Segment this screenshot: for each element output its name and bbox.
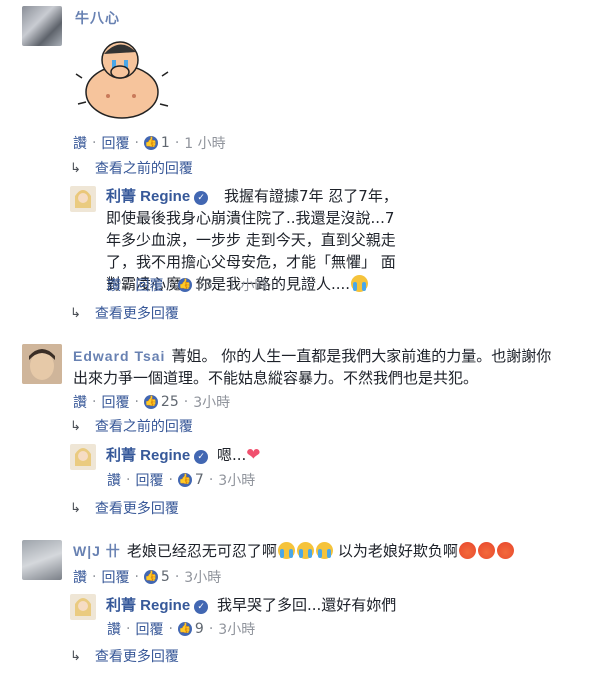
verified-badge-icon: ✓ xyxy=(194,450,209,464)
view-more-label[interactable]: 查看更多回覆 xyxy=(95,303,179,323)
view-more-label[interactable]: 查看更多回覆 xyxy=(95,646,179,666)
angry-emoji-icon xyxy=(496,542,514,559)
separator: · xyxy=(174,569,180,585)
separator: · xyxy=(168,621,173,637)
reply-link[interactable]: 回覆 xyxy=(135,275,163,295)
angry-emoji-icon xyxy=(477,542,495,559)
avatar[interactable] xyxy=(70,594,96,620)
separator: · xyxy=(174,135,180,151)
separator: · xyxy=(183,394,189,410)
separator: · xyxy=(126,621,131,637)
angry-emoji-icon xyxy=(458,542,476,559)
reply-link[interactable]: 回覆 xyxy=(101,392,129,412)
separator: · xyxy=(134,569,139,585)
comment-author[interactable]: 牛八心 xyxy=(75,8,120,28)
view-more-replies[interactable]: ↳ 查看更多回覆 xyxy=(70,646,179,666)
reply-text-content: 我早哭了多回...還好有妳們 xyxy=(216,596,397,614)
like-thumb-icon[interactable]: 👍 xyxy=(143,395,158,409)
crying-emoji-icon xyxy=(315,542,333,559)
reply-link[interactable]: 回覆 xyxy=(101,133,129,153)
separator: · xyxy=(92,135,97,151)
avatar[interactable] xyxy=(22,344,62,384)
like-link[interactable]: 讚 xyxy=(73,133,87,153)
separator: · xyxy=(134,394,139,410)
like-thumb-icon[interactable]: 👍 xyxy=(177,473,192,487)
timestamp[interactable]: 3小時 xyxy=(218,619,255,639)
like-thumb-icon[interactable]: 👍 xyxy=(143,136,158,150)
separator: · xyxy=(217,277,223,293)
avatar[interactable] xyxy=(22,540,62,580)
like-link[interactable]: 讚 xyxy=(107,275,121,295)
view-previous-replies[interactable]: ↳ 查看之前的回覆 xyxy=(70,416,193,436)
like-thumb-icon[interactable]: 👍 xyxy=(177,622,192,636)
like-link[interactable]: 讚 xyxy=(107,619,121,639)
crying-emoji-icon xyxy=(277,542,295,559)
reply-body: 利菁 Regine ✓ 我早哭了多回...還好有妳們 xyxy=(106,594,526,617)
reply-link[interactable]: 回覆 xyxy=(135,619,163,639)
reply-link[interactable]: 回覆 xyxy=(135,470,163,490)
like-count[interactable]: 33 xyxy=(195,277,213,293)
timestamp[interactable]: 3小時 xyxy=(184,567,221,587)
like-count[interactable]: 25 xyxy=(161,394,179,410)
comment-body: W|J 卄老娘已经忍无可忍了啊 以为老娘好欺负啊 xyxy=(73,540,573,562)
view-previous-label[interactable]: 查看之前的回覆 xyxy=(95,416,193,436)
reply-body: 利菁 Regine ✓ 嗯...❤ xyxy=(106,444,406,467)
comment-meta: 讚 · 回覆 · 👍 5 · 3小時 xyxy=(73,567,221,587)
reply-arrow-icon: ↳ xyxy=(70,648,81,664)
separator: · xyxy=(92,394,97,410)
crying-man-sticker xyxy=(75,41,169,119)
timestamp[interactable]: 1 小時 xyxy=(184,133,225,153)
avatar[interactable] xyxy=(22,6,62,46)
heart-emoji-icon: ❤ xyxy=(246,445,261,465)
reply-arrow-icon: ↳ xyxy=(70,160,81,176)
view-more-label[interactable]: 查看更多回覆 xyxy=(95,498,179,518)
avatar[interactable] xyxy=(70,444,96,470)
like-thumb-icon[interactable]: 👍 xyxy=(143,570,158,584)
like-link[interactable]: 讚 xyxy=(73,567,87,587)
reply-text-content: 嗯... xyxy=(216,446,247,464)
separator: · xyxy=(126,277,131,293)
reply-link[interactable]: 回覆 xyxy=(101,567,129,587)
view-previous-label[interactable]: 查看之前的回覆 xyxy=(95,158,193,178)
crying-emoji-icon xyxy=(296,542,314,559)
comment-author[interactable]: 利菁 Regine xyxy=(106,447,190,464)
crying-emoji-icon xyxy=(351,275,369,292)
timestamp[interactable]: 3小時 xyxy=(218,470,255,490)
view-more-replies[interactable]: ↳ 查看更多回覆 xyxy=(70,303,179,323)
like-link[interactable]: 讚 xyxy=(73,392,87,412)
comment-meta: 讚 · 回覆 · 👍 7 · 3小時 xyxy=(107,470,255,490)
timestamp[interactable]: 3小時 xyxy=(193,392,230,412)
separator: · xyxy=(168,277,173,293)
like-count[interactable]: 9 xyxy=(195,621,204,637)
reply-arrow-icon: ↳ xyxy=(70,305,81,321)
comment-text-b: 以为老娘好欺负啊 xyxy=(337,542,458,560)
comment-meta: 讚 · 回覆 · 👍 1 · 1 小時 xyxy=(73,133,226,153)
separator: · xyxy=(134,135,139,151)
like-count[interactable]: 7 xyxy=(195,472,204,488)
view-more-replies[interactable]: ↳ 查看更多回覆 xyxy=(70,498,179,518)
comment-author[interactable]: Edward Tsai xyxy=(73,348,165,364)
separator: · xyxy=(208,472,214,488)
like-thumb-icon[interactable]: 👍 xyxy=(177,278,192,292)
comment-author[interactable]: 利菁 Regine xyxy=(106,597,190,614)
comment-meta: 讚 · 回覆 · 👍 9 · 3小時 xyxy=(107,619,255,639)
reply-arrow-icon: ↳ xyxy=(70,418,81,434)
like-count[interactable]: 1 xyxy=(161,135,170,151)
verified-badge-icon: ✓ xyxy=(194,600,209,614)
separator: · xyxy=(208,621,214,637)
separator: · xyxy=(168,472,173,488)
timestamp[interactable]: 1 小時 xyxy=(227,275,268,295)
comment-body: Edward Tsai 菁姐。 你的人生一直都是我們大家前進的力量。也謝謝你出來力… xyxy=(73,345,553,389)
reply-arrow-icon: ↳ xyxy=(70,500,81,516)
comment-text-a: 老娘已经忍无可忍了啊 xyxy=(126,542,277,560)
comment-author[interactable]: W|J 卄 xyxy=(73,543,121,559)
view-previous-replies[interactable]: ↳ 查看之前的回覆 xyxy=(70,158,193,178)
separator: · xyxy=(92,569,97,585)
separator: · xyxy=(126,472,131,488)
comment-meta: 讚 · 回覆 · 👍 25 · 3小時 xyxy=(73,392,230,412)
avatar[interactable] xyxy=(70,186,96,212)
comment-meta: 讚 · 回覆 · 👍 33 · 1 小時 xyxy=(107,275,269,295)
like-link[interactable]: 讚 xyxy=(107,470,121,490)
like-count[interactable]: 5 xyxy=(161,569,170,585)
